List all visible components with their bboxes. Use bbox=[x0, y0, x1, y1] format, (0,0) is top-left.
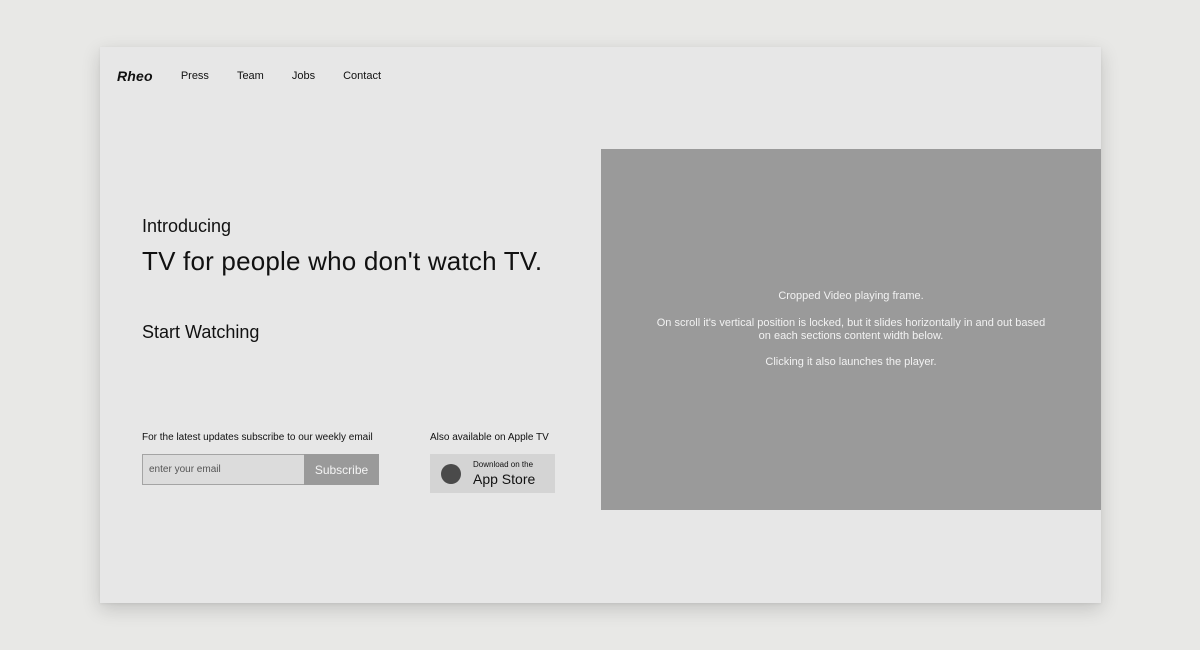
subscribe-form: Subscribe bbox=[142, 454, 379, 485]
nav-link-press[interactable]: Press bbox=[181, 70, 209, 82]
subscribe-button[interactable]: Subscribe bbox=[304, 454, 379, 485]
apple-icon bbox=[441, 463, 461, 484]
hero-intro: Introducing bbox=[142, 216, 232, 236]
video-frame[interactable]: Cropped Video playing frame. On scroll i… bbox=[601, 149, 1101, 510]
page-frame: Rheo Press Team Jobs Contact Introducing… bbox=[100, 47, 1101, 603]
app-store-badge-big: App Store bbox=[473, 471, 536, 487]
app-store-badge-text: Download on the App Store bbox=[473, 460, 536, 487]
top-nav: Rheo Press Team Jobs Contact bbox=[117, 67, 409, 85]
nav-link-contact[interactable]: Contact bbox=[343, 70, 381, 82]
start-watching-link[interactable]: Start Watching bbox=[142, 322, 259, 343]
hero-headline: TV for people who don't watch TV. bbox=[142, 246, 543, 276]
app-store-badge-small: Download on the bbox=[473, 460, 534, 469]
email-input[interactable] bbox=[142, 454, 304, 485]
subscribe-label: For the latest updates subscribe to our … bbox=[142, 432, 373, 443]
app-store-button[interactable]: Download on the App Store bbox=[430, 454, 555, 493]
video-caption-scroll: On scroll it's vertical position is lock… bbox=[656, 317, 1046, 342]
video-caption-title: Cropped Video playing frame. bbox=[778, 290, 924, 302]
apple-tv-label: Also available on Apple TV bbox=[430, 432, 549, 443]
nav-link-team[interactable]: Team bbox=[237, 70, 264, 82]
logo[interactable]: Rheo bbox=[117, 68, 153, 84]
video-caption-click: Clicking it also launches the player. bbox=[765, 356, 937, 368]
nav-link-jobs[interactable]: Jobs bbox=[292, 70, 315, 82]
